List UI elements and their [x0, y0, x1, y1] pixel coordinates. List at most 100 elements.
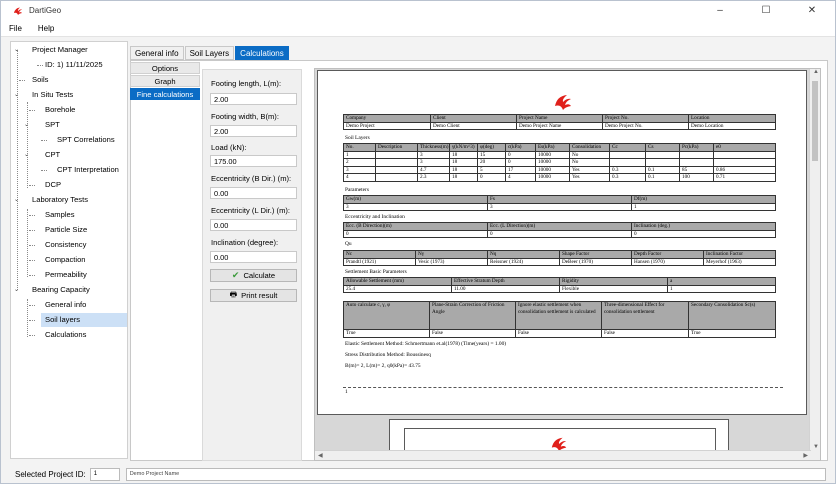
- project-tree: ⌄ Project Manager ID: 1) 11/11/2025 Soil…: [10, 41, 128, 459]
- tree-bearing-capacity[interactable]: Bearing Capacity: [32, 283, 90, 297]
- soil-cell: 0: [477, 173, 506, 182]
- tab-calculations[interactable]: Calculations: [235, 46, 289, 60]
- close-icon[interactable]: ✕: [789, 1, 835, 20]
- menu-file[interactable]: File: [1, 24, 30, 33]
- eccentricity-table: Ecc. (B Direction)(m) Ecc. (L Direction)…: [343, 222, 776, 238]
- tree-compaction[interactable]: Compaction: [45, 253, 86, 267]
- tree-consistency[interactable]: Consistency: [45, 238, 86, 252]
- print-result-button[interactable]: 🖶 Print result: [210, 289, 297, 302]
- menu-help[interactable]: Help: [30, 24, 62, 33]
- header-col: Location: [688, 114, 776, 123]
- tree-calculations[interactable]: Calculations: [45, 328, 86, 342]
- soil-cell: 10000: [535, 173, 570, 182]
- ecc-val: 0: [343, 229, 488, 238]
- tree-permeability[interactable]: Permeability: [45, 268, 87, 282]
- footing-width-input[interactable]: 2.00: [210, 125, 297, 137]
- header-val: Demo Project Name: [516, 121, 603, 130]
- footing-length-input[interactable]: 2.00: [210, 93, 297, 105]
- collapse-icon[interactable]: ⌄: [24, 152, 31, 159]
- tree-borehole[interactable]: Borehole: [45, 103, 75, 117]
- tree-cpt-interpretation[interactable]: CPT Interpretation: [57, 163, 119, 177]
- soil-cell: 18: [449, 158, 478, 167]
- project-id-select[interactable]: 1: [89, 467, 120, 481]
- soil-col: Cs: [645, 143, 680, 152]
- subtab-fine-calculations[interactable]: Fine calculations: [130, 88, 200, 100]
- tree-in-situ-tests[interactable]: In Situ Tests: [32, 88, 73, 102]
- collapse-icon[interactable]: ⌄: [14, 197, 21, 204]
- tree-line: [29, 260, 35, 261]
- scroll-up-icon[interactable]: ▲: [813, 69, 819, 75]
- param-col: Gw(m): [343, 195, 488, 204]
- tree-line: [29, 305, 35, 306]
- subtab-graph[interactable]: Graph: [130, 75, 200, 87]
- tree-laboratory-tests[interactable]: Laboratory Tests: [32, 193, 88, 207]
- eccentricity-l-label: Eccentricity (L Dir.) (m):: [211, 206, 291, 215]
- option-val: True: [343, 329, 430, 338]
- settle-val: 1: [667, 284, 776, 293]
- dimensions-note: B(m)= 2, L(m)= 2, q0(kPa)= 43.75: [345, 363, 421, 369]
- soil-cell: 0.1: [645, 165, 680, 174]
- horizontal-scrollbar[interactable]: ◀ ▶: [315, 450, 811, 460]
- subtab-options[interactable]: Options: [130, 62, 200, 74]
- maximize-icon[interactable]: ☐: [743, 1, 789, 20]
- soil-cell: 3: [417, 158, 450, 167]
- qu-col: Nq: [487, 250, 560, 259]
- tree-line: [29, 335, 35, 336]
- scroll-right-icon[interactable]: ▶: [803, 452, 808, 459]
- soil-col: c(kPa): [505, 143, 536, 152]
- param-val: 3: [343, 202, 488, 211]
- vertical-scrollbar[interactable]: ▲ ▼: [809, 69, 820, 460]
- title-bar: DartiGeo – ☐ ✕: [1, 1, 835, 20]
- collapse-icon[interactable]: ⌄: [14, 287, 21, 294]
- tree-project-id[interactable]: ID: 1) 11/11/2025: [45, 58, 103, 72]
- soil-cell: 10000: [535, 165, 570, 174]
- tab-general-info[interactable]: General info: [130, 46, 184, 60]
- param-val: 3: [487, 202, 632, 211]
- tree-cpt[interactable]: CPT: [45, 148, 60, 162]
- window-title: DartiGeo: [29, 6, 62, 15]
- eccentricity-b-input[interactable]: 0.00: [210, 187, 297, 199]
- soil-cell: 0.71: [713, 173, 776, 182]
- soil-cell: 100: [679, 173, 714, 182]
- tree-samples[interactable]: Samples: [45, 208, 75, 222]
- ecc-col: Ecc. (B Direction)(m): [343, 222, 488, 231]
- soil-cell: 85: [679, 165, 714, 174]
- calculation-form: Footing length, L(m): 2.00 Footing width…: [202, 69, 302, 461]
- soil-col: φ(deg): [477, 143, 506, 152]
- collapse-icon[interactable]: ⌄: [24, 122, 31, 129]
- report-viewer[interactable]: Company Client Project Name Project No. …: [314, 68, 821, 461]
- scroll-down-icon[interactable]: ▼: [813, 444, 819, 450]
- eccentricity-l-input[interactable]: 0.00: [210, 219, 297, 231]
- header-col: Company: [343, 114, 431, 123]
- soil-cell: [609, 150, 646, 159]
- scroll-thumb[interactable]: [812, 81, 818, 161]
- inclination-input[interactable]: 0.00: [210, 251, 297, 263]
- minimize-icon[interactable]: –: [697, 1, 743, 20]
- app-window: DartiGeo – ☐ ✕ File Help ⌄ Project Manag…: [0, 0, 836, 484]
- soil-col: e0: [713, 143, 776, 152]
- collapse-icon[interactable]: ⌄: [14, 47, 21, 54]
- qu-title: Qu: [345, 241, 352, 247]
- project-name-field[interactable]: Demo Project Name: [125, 467, 826, 481]
- calculate-button[interactable]: ✔ Calculate: [210, 269, 297, 282]
- eccentricity-b-label: Eccentricity (B Dir.) (m):: [211, 174, 292, 183]
- soil-col: Cc: [609, 143, 646, 152]
- tree-spt-correlations[interactable]: SPT Correlations: [57, 133, 115, 147]
- table-row: 2 3 18 20 0 10000 No: [343, 158, 776, 167]
- collapse-icon[interactable]: ⌄: [14, 92, 21, 99]
- tree-soil-layers[interactable]: Soil layers: [41, 313, 127, 327]
- tree-dcp[interactable]: DCP: [45, 178, 61, 192]
- tab-soil-layers[interactable]: Soil Layers: [184, 46, 235, 60]
- tree-spt[interactable]: SPT: [45, 118, 60, 132]
- soil-layers-title: Soil Layers: [345, 135, 370, 141]
- tree-general-info[interactable]: General info: [45, 298, 86, 312]
- tree-line: [27, 299, 28, 337]
- tree-project-manager[interactable]: Project Manager: [32, 43, 88, 57]
- tree-particle-size[interactable]: Particle Size: [45, 223, 87, 237]
- load-input[interactable]: 175.00: [210, 155, 297, 167]
- settle-col: Rigidity: [559, 277, 668, 286]
- ecc-val: 0: [631, 229, 776, 238]
- tree-soils[interactable]: Soils: [32, 73, 48, 87]
- scroll-left-icon[interactable]: ◀: [318, 452, 323, 459]
- tree-line: [19, 80, 25, 81]
